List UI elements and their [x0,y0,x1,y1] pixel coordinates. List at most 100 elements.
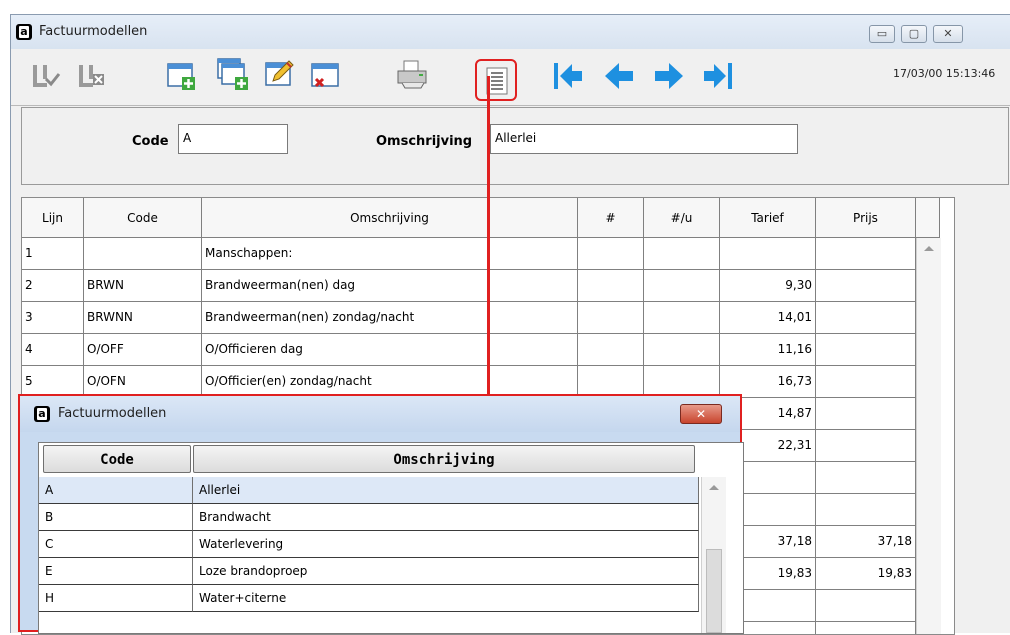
table-cell [816,238,916,270]
popup-cell: B [39,504,193,531]
table-cell [84,238,202,270]
table-cell: Manschappen: [202,238,578,270]
table-cell [816,366,916,398]
popup-cell: Allerlei [193,477,699,504]
save-check-icon[interactable] [29,59,63,93]
table-cell [816,590,916,622]
table-row[interactable]: 4 O/OFF O/Officieren dag 11,16 [22,334,930,366]
popup-cell: Water+citerne [193,585,699,612]
popup-cell: Loze brandoproep [193,558,699,585]
table-row[interactable]: 3 BRWNN Brandweerman(nen) zondag/nacht 14,0… [22,302,930,334]
table-cell [644,334,720,366]
vertical-scrollbar[interactable] [916,238,941,634]
table-cell [644,270,720,302]
first-record-icon[interactable] [551,59,585,93]
datetime-label: 17/03/00 15:13:46 [893,67,996,80]
table-row[interactable]: 1 Manschappen: [22,238,930,270]
popup-close-icon: ✕ [695,407,707,421]
code-label: Code [132,134,169,149]
callout-connector [487,76,490,396]
list-button[interactable] [475,59,517,101]
table-cell: 3 [22,302,84,334]
column-header[interactable]: Prijs [816,198,916,238]
table-cell: Brandweerman(nen) zondag/nacht [202,302,578,334]
popup-title-bar[interactable]: a Factuurmodellen ✕ [20,396,740,432]
table-cell: 37,18 [816,526,916,558]
table-cell: BRWNN [84,302,202,334]
scroll-up-icon[interactable] [924,246,934,251]
popup-scroll-thumb[interactable] [706,549,722,633]
save-cancel-icon[interactable] [75,59,109,93]
table-row[interactable]: 2 BRWN Brandweerman(nen) dag 9,30 [22,270,930,302]
last-record-icon[interactable] [701,59,735,93]
table-cell: 19,83 [816,558,916,590]
table-cell: 9,30 [720,270,816,302]
popup-cell: H [39,585,193,612]
table-cell [816,398,916,430]
popup-list-item[interactable]: C Waterlevering [39,531,699,558]
table-cell: 4 [22,334,84,366]
popup-cell: E [39,558,193,585]
table-cell: O/OFF [84,334,202,366]
code-field[interactable]: A [178,124,288,154]
minimize-button[interactable]: ▭ [869,25,895,43]
table-cell [578,238,644,270]
column-header[interactable]: Tarief [720,198,816,238]
table-cell [720,238,816,270]
minimize-icon: ▭ [876,27,888,40]
popup-list-item[interactable]: H Water+citerne [39,585,699,612]
popup-cell: Brandwacht [193,504,699,531]
table-cell [578,334,644,366]
previous-record-icon[interactable] [603,59,637,93]
table-cell [816,462,916,494]
new-window-icon[interactable] [165,59,199,93]
table-cell [816,270,916,302]
table-cell: 14,01 [720,302,816,334]
popup-app-icon: a [34,406,50,422]
table-cell: Brandweerman(nen) dag [202,270,578,302]
popup-scroll-up-icon[interactable] [709,485,719,490]
popup-column-header[interactable]: Code [43,445,191,473]
close-button[interactable]: ✕ [933,25,963,43]
popup-cell: A [39,477,193,504]
header-spacer [916,198,940,238]
popup-list-item[interactable]: A Allerlei [39,477,699,504]
delete-window-icon[interactable] [309,59,343,93]
table-cell [578,270,644,302]
column-header[interactable]: # [578,198,644,238]
column-header[interactable]: Lijn [22,198,84,238]
edit-pencil-icon[interactable] [263,57,297,91]
popup-cell: Waterlevering [193,531,699,558]
table-cell [816,622,916,634]
header-form: Code A Omschrijving Allerlei [21,107,1009,185]
column-header[interactable]: Omschrijving [202,198,578,238]
table-cell [816,302,916,334]
window-title: Factuurmodellen [39,24,148,39]
maximize-icon: ▢ [908,27,920,40]
maximize-button[interactable]: ▢ [901,25,927,43]
table-cell [816,334,916,366]
toolbar: 17/03/00 15:13:46 [11,49,1010,106]
table-cell: 11,16 [720,334,816,366]
printer-icon[interactable] [395,57,429,91]
popup-cell: C [39,531,193,558]
table-cell [816,494,916,526]
popup-list-item[interactable]: E Loze brandoproep [39,558,699,585]
app-icon: a [16,24,32,40]
column-header[interactable]: Code [84,198,202,238]
table-cell [644,238,720,270]
popup-scrollbar[interactable] [701,477,726,633]
description-label: Omschrijving [376,134,473,149]
close-icon: ✕ [943,27,953,40]
popup-close-button[interactable]: ✕ [680,404,722,424]
description-field[interactable]: Allerlei [490,124,798,154]
column-header[interactable]: #/u [644,198,720,238]
copy-window-icon[interactable] [217,57,251,91]
popup-column-header[interactable]: Omschrijving [193,445,695,473]
title-bar[interactable]: a Factuurmodellen ▭ ▢ ✕ [11,15,1010,49]
popup-title: Factuurmodellen [58,406,167,421]
popup-grid: Code Omschrijving A Allerlei B Brandwacht C Wat… [38,442,744,634]
next-record-icon[interactable] [651,59,685,93]
lookup-popup: a Factuurmodellen ✕ Code Omschrijving A All… [18,394,744,634]
popup-list-item[interactable]: B Brandwacht [39,504,699,531]
